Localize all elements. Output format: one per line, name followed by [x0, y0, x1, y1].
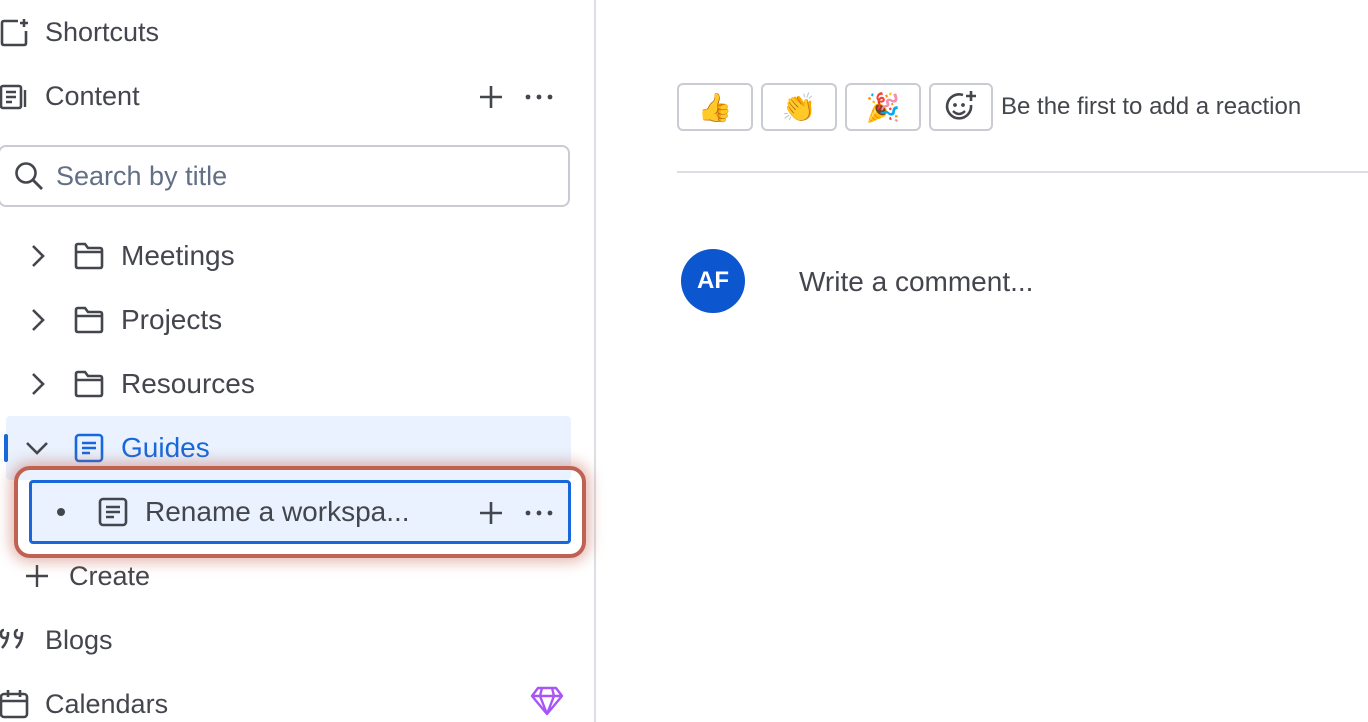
- add-reaction-button[interactable]: [929, 83, 993, 131]
- reaction-hint: Be the first to add a reaction: [1001, 93, 1302, 120]
- chevron-down-icon[interactable]: [24, 438, 50, 458]
- sidebar: Shortcuts Content Meetings Proj: [0, 0, 596, 722]
- chevron-right-icon[interactable]: [28, 371, 48, 397]
- shortcut-add-icon: [0, 17, 30, 47]
- tree-item-resources[interactable]: Resources: [74, 366, 255, 402]
- quote-icon: [0, 626, 30, 654]
- tree-item-guides[interactable]: Guides: [74, 430, 210, 466]
- reactions-bar: 👍 👏 🎉 Be the first to add a reaction: [677, 83, 1301, 131]
- sidebar-item-blogs[interactable]: Blogs: [0, 622, 113, 658]
- tree-item-label: Meetings: [121, 240, 235, 271]
- selection-highlight: [14, 466, 586, 558]
- folder-icon: [74, 242, 104, 270]
- tree-item-meetings[interactable]: Meetings: [74, 238, 235, 274]
- tree-item-projects[interactable]: Projects: [74, 302, 222, 338]
- add-content-plus-icon[interactable]: [478, 84, 504, 110]
- sidebar-item-label: Blogs: [45, 624, 113, 655]
- tree-item-label: Guides: [121, 432, 210, 463]
- pages-icon: [0, 81, 30, 111]
- premium-diamond-icon[interactable]: [530, 686, 564, 721]
- create-label: Create: [69, 560, 151, 591]
- search-input[interactable]: [56, 160, 536, 192]
- comment-input[interactable]: Write a comment...: [799, 266, 1033, 298]
- search-icon: [14, 161, 44, 191]
- sidebar-item-shortcuts[interactable]: Shortcuts: [0, 14, 159, 50]
- sidebar-item-label: Content: [45, 80, 140, 111]
- page-icon: [74, 433, 104, 463]
- plus-icon: [24, 563, 50, 589]
- avatar: AF: [681, 249, 745, 313]
- create-button[interactable]: Create: [24, 558, 150, 594]
- sidebar-item-label: Shortcuts: [45, 16, 160, 47]
- calendar-icon: [0, 689, 30, 719]
- folder-icon: [74, 306, 104, 334]
- tree-item-label: Projects: [121, 304, 223, 335]
- sidebar-item-label: Calendars: [45, 688, 169, 719]
- emoji-add-icon: [943, 89, 979, 125]
- folder-icon: [74, 370, 104, 398]
- content-more-icon[interactable]: [524, 84, 554, 110]
- sidebar-item-calendars[interactable]: Calendars: [0, 686, 168, 722]
- chevron-right-icon[interactable]: [28, 243, 48, 269]
- active-indicator: [4, 434, 8, 462]
- divider: [677, 171, 1368, 173]
- thumbs-up-reaction-button[interactable]: 👍: [677, 83, 753, 131]
- tree-item-label: Resources: [121, 368, 255, 399]
- chevron-right-icon[interactable]: [28, 307, 48, 333]
- clap-reaction-button[interactable]: 👏: [761, 83, 837, 131]
- party-reaction-button[interactable]: 🎉: [845, 83, 921, 131]
- search-field[interactable]: [0, 145, 570, 207]
